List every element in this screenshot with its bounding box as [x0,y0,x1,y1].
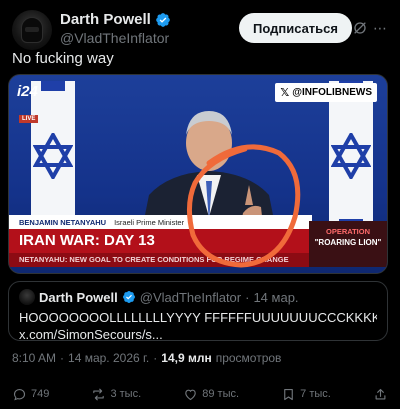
like-count: 89 тыс. [202,388,240,400]
quoted-tweet-header: Darth Powell @VladTheInflator · 14 мар. [19,289,377,305]
grok-icon[interactable] [352,20,368,36]
bookmark-count: 7 тыс. [300,388,331,400]
tweet-header: Darth Powell @VladTheInflator Подписатьс… [12,10,388,50]
bookmark-button[interactable]: 7 тыс. [281,387,331,402]
verified-badge-icon [122,291,135,303]
tweet-date[interactable]: 14 мар. 2026 г. [68,351,149,365]
quoted-text: HOOOOOOOOLLLLLLLLYYYY FFFFFFUUUUUUUCCCKK… [19,310,377,325]
author-handle[interactable]: @VladTheInflator [60,30,171,46]
subscribe-button[interactable]: Подписаться [238,13,352,43]
meta-separator: · [153,351,158,365]
verified-badge-icon [156,12,170,27]
tweet-text: No fucking way [12,50,114,67]
tweet-media-image[interactable]: i24 LIVE 𝕏 @INFOLIBNEWS BENJAMIN NETANYA… [8,74,388,274]
meta-separator: · [60,351,65,365]
heart-icon [185,389,197,400]
view-count-label: просмотров [215,351,282,365]
quoted-separator: · [245,289,250,305]
repost-count: 3 тыс. [110,388,142,400]
reply-count: 749 [31,388,50,400]
quoted-date: 14 мар. [253,289,299,305]
author-block: Darth Powell @VladTheInflator [60,11,171,46]
action-bar: 749 3 тыс. 89 тыс. 7 тыс. [12,384,388,404]
reply-button[interactable]: 749 [12,387,49,402]
quoted-display-name: Darth Powell [39,289,118,305]
quoted-link[interactable]: x.com/SimonSecours/s... [19,327,377,342]
author-display-name[interactable]: Darth Powell [60,11,151,28]
repost-button[interactable]: 3 тыс. [91,387,141,402]
share-button[interactable] [373,387,388,402]
more-options-icon[interactable]: ⋯ [372,20,388,36]
view-count: 14,9 млн [161,351,212,365]
quoted-handle: @VladTheInflator [139,289,242,305]
repost-icon [93,388,105,400]
avatar[interactable] [12,10,52,50]
bookmark-icon [284,388,293,400]
avatar-visor [25,27,39,32]
tweet-meta: 8:10 AM · 14 мар. 2026 г. · 14,9 млн про… [12,351,281,365]
hand-drawn-circle-annotation [187,144,301,268]
quoted-avatar [19,289,35,305]
share-icon [375,388,386,399]
tweet-time[interactable]: 8:10 AM [12,351,56,365]
reply-icon [13,388,26,400]
quoted-tweet[interactable]: Darth Powell @VladTheInflator · 14 мар. … [8,281,388,342]
like-button[interactable]: 89 тыс. [183,387,239,402]
